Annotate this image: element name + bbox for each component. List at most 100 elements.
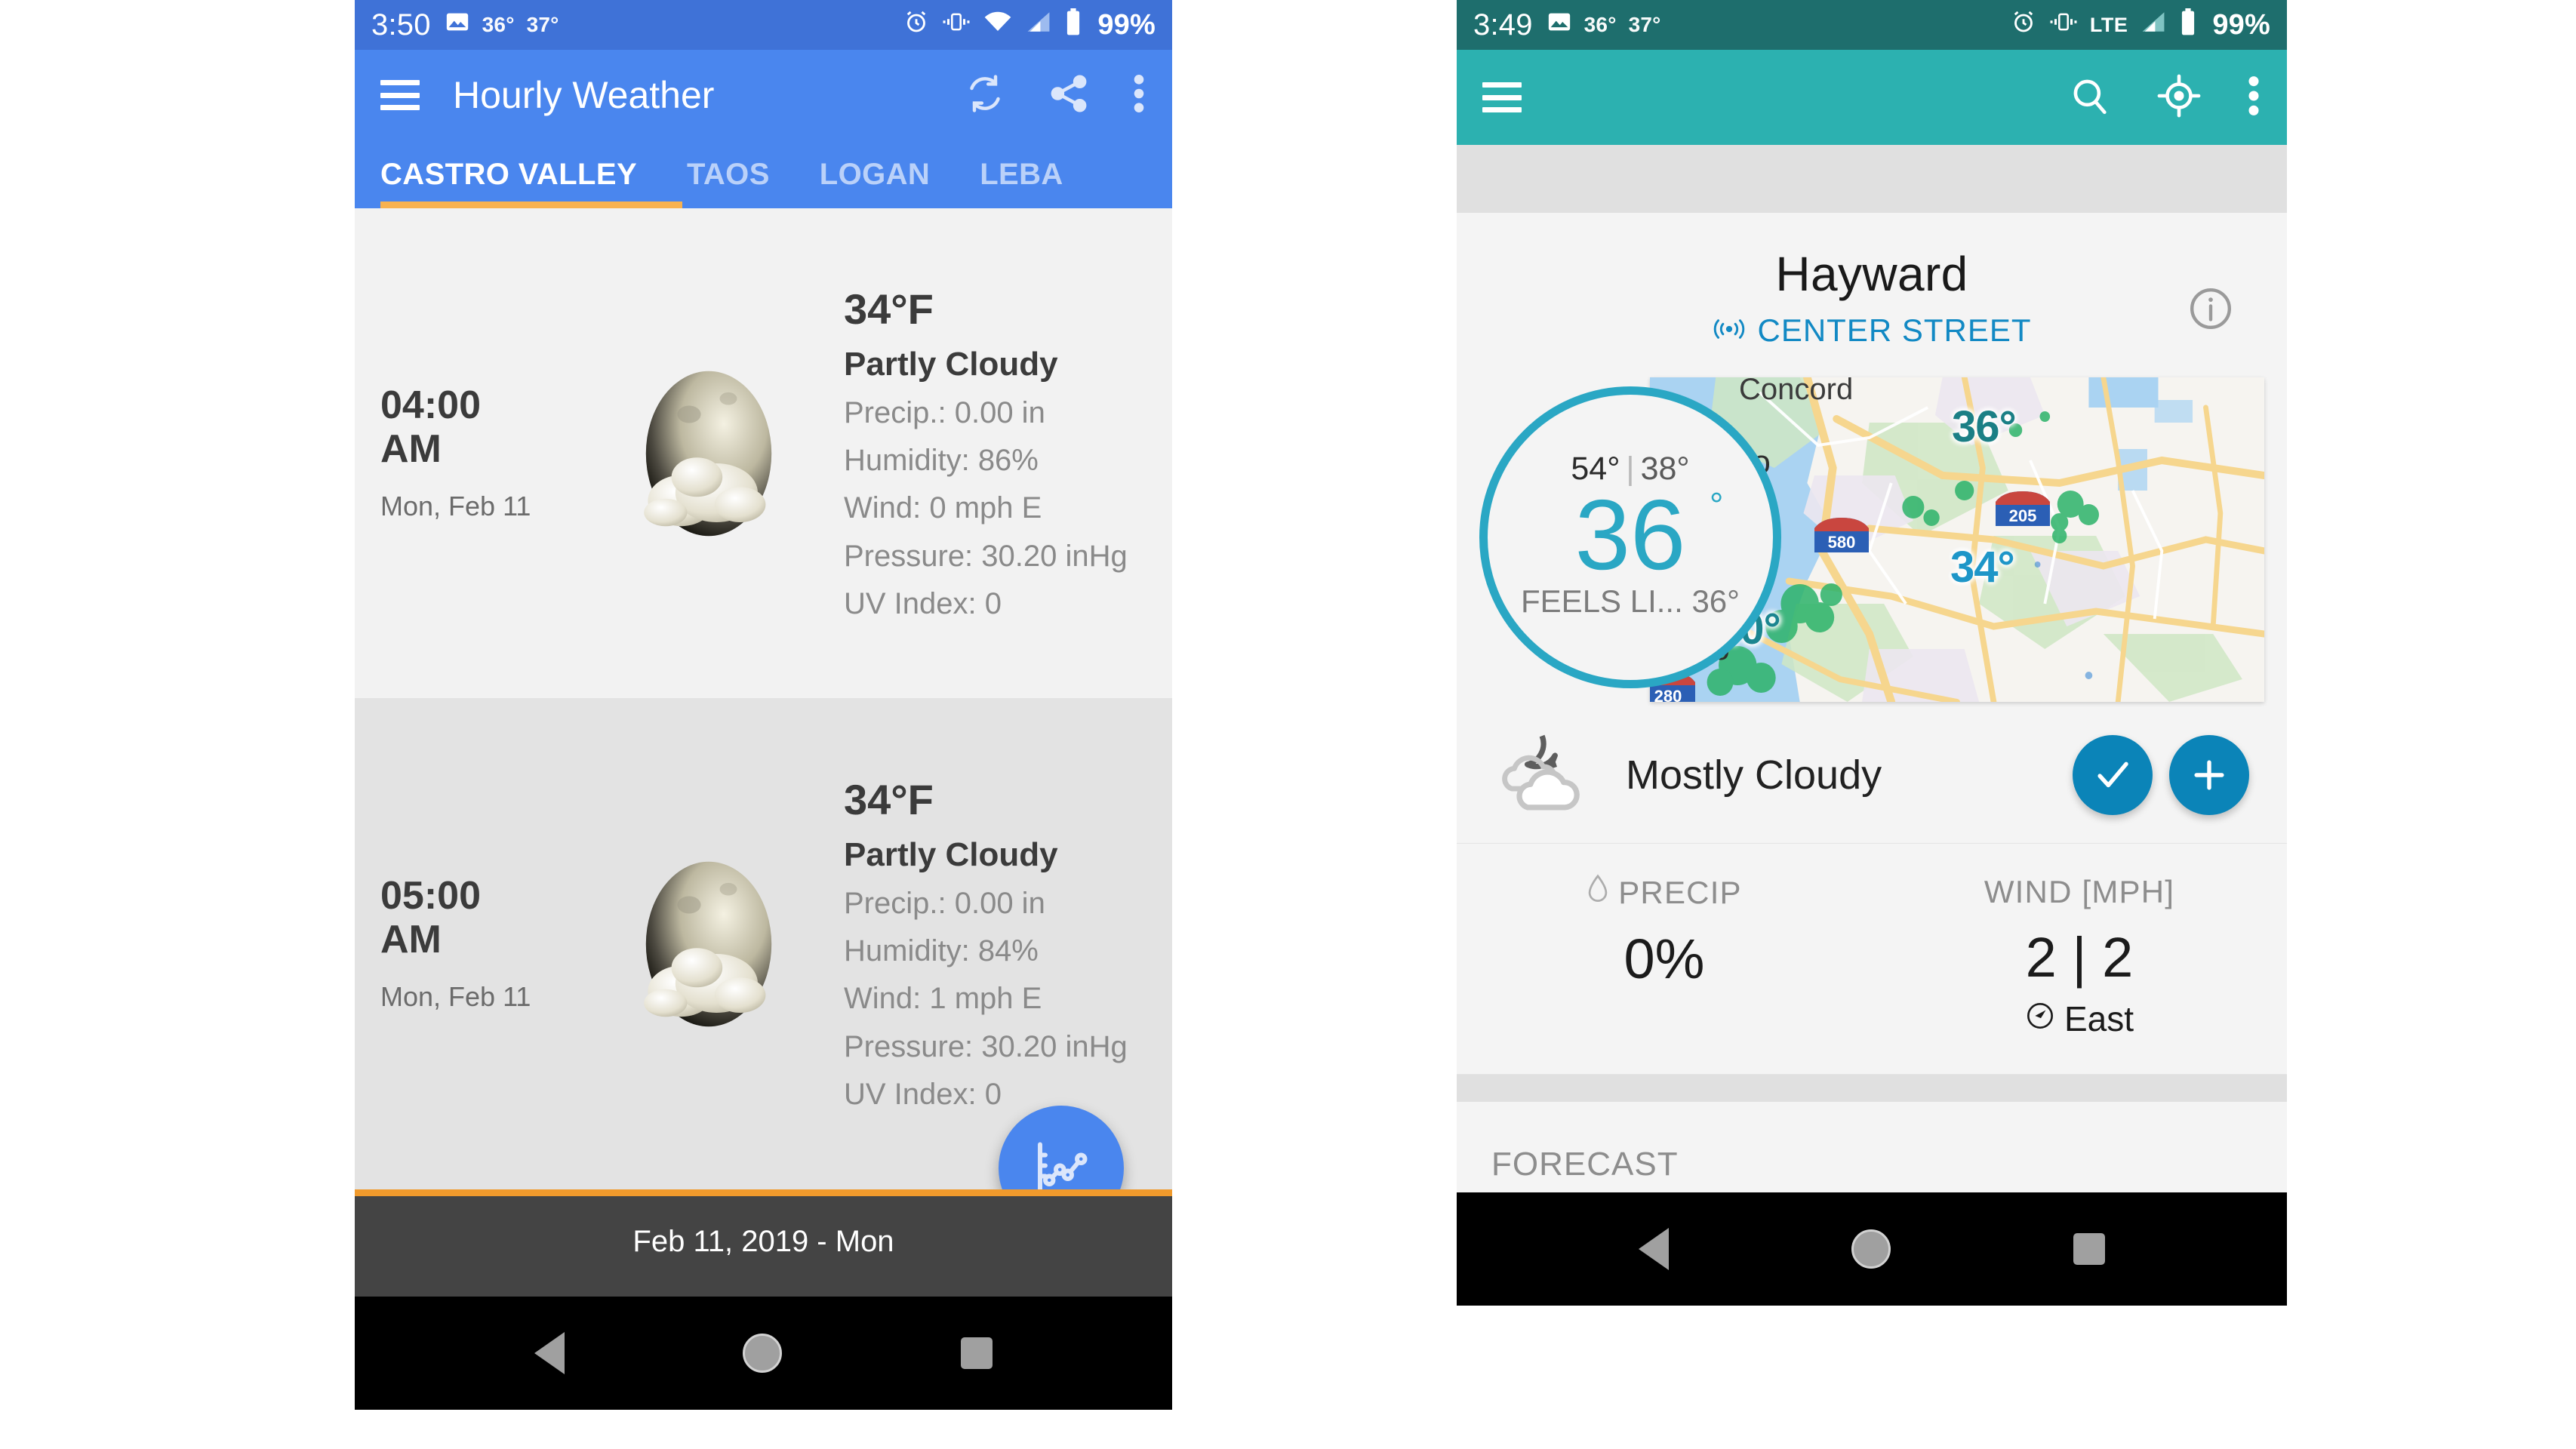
metric-wind-value: 2 | 2	[2025, 926, 2134, 989]
compass-arrow-icon	[2025, 998, 2055, 1039]
info-circle-icon[interactable]	[2187, 285, 2234, 336]
check-icon[interactable]	[2073, 734, 2153, 815]
table-row[interactable]: 05:00 AM Mon, Feb 11 34°F Partly Cloudy …	[355, 699, 1172, 1189]
tab-castro-valley[interactable]: CASTRO VALLEY	[380, 158, 637, 208]
chart-line-icon[interactable]	[999, 1106, 1124, 1189]
moon-partly-cloudy-icon	[584, 846, 833, 1042]
row-humidity: Humidity: 86%	[844, 444, 1039, 478]
row-humidity: Humidity: 84%	[844, 934, 1039, 968]
page-title: Hayward	[1775, 247, 1968, 301]
image-icon	[1547, 9, 1572, 42]
home-circle-icon[interactable]	[1851, 1229, 1891, 1269]
row-wind: Wind: 0 mph E	[844, 491, 1042, 525]
row-wind: Wind: 1 mph E	[844, 982, 1042, 1016]
more-vertical-icon[interactable]	[1131, 72, 1146, 118]
hamburger-menu-icon[interactable]	[1482, 82, 1522, 112]
app-title: Hourly Weather	[453, 74, 715, 116]
recents-square-icon[interactable]	[2073, 1233, 2105, 1265]
hourly-list[interactable]: 04:00 AM Mon, Feb 11 34°F Partly Cloudy …	[355, 208, 1172, 1189]
metric-wind-direction-row: East	[1872, 998, 2287, 1039]
hamburger-menu-icon[interactable]	[380, 80, 420, 110]
broadcast-icon	[1712, 317, 1747, 345]
forecast-section-header: FORECAST	[1457, 1102, 2287, 1192]
refresh-icon[interactable]	[964, 72, 1006, 118]
search-icon[interactable]	[2068, 74, 2112, 122]
tab-leba[interactable]: LEBA	[980, 158, 1063, 208]
status-temp-now: 36°	[1583, 13, 1617, 36]
metric-precip-label: PRECIP	[1618, 875, 1742, 910]
condition-label: Mostly Cloudy	[1626, 752, 1882, 798]
row-precip: Precip.: 0.00 in	[844, 887, 1045, 921]
network-type-label: LTE	[2089, 13, 2128, 36]
current-temp-ring[interactable]: 54° | 38° 36 ° FEELS LI... 36°	[1479, 386, 1781, 688]
recents-square-icon[interactable]	[960, 1337, 993, 1369]
raindrop-icon	[1587, 874, 1609, 912]
status-temp-now: 36°	[482, 13, 515, 36]
metric-precip-value: 0%	[1623, 928, 1705, 990]
metrics-row: PRECIP 0% WIND [MPH] 2 | 2 East	[1457, 844, 2287, 1075]
day-bar-label[interactable]: Feb 11, 2019 - Mon	[355, 1196, 1172, 1297]
row-date: Mon, Feb 11	[380, 490, 531, 521]
share-icon[interactable]	[1048, 73, 1089, 118]
tab-logan[interactable]: LOGAN	[820, 158, 930, 208]
android-nav-bar-left	[355, 1297, 1172, 1410]
metric-wind: WIND [MPH] 2 | 2 East	[1872, 874, 2287, 1039]
battery-percent: 99%	[1097, 8, 1156, 41]
row-precip: Precip.: 0.00 in	[844, 396, 1045, 430]
more-vertical-icon[interactable]	[2246, 74, 2261, 122]
app-bar-right	[1457, 50, 2287, 145]
highway-shield-205: 205	[1991, 488, 2054, 534]
row-info-block: 34°F Partly Cloudy Precip.: 0.00 in Humi…	[833, 285, 1146, 622]
row-pressure: Pressure: 30.20 inHg	[844, 1029, 1128, 1063]
row-meridiem: AM	[380, 426, 442, 471]
status-bar-left: 3:50 36° 37° 99%	[355, 0, 1172, 50]
vibrate-icon	[2049, 9, 2078, 41]
back-triangle-icon[interactable]	[534, 1332, 565, 1374]
station-name[interactable]: CENTER STREET	[1757, 312, 2031, 349]
status-bar-right: 3:49 36° 37° LTE 99%	[1457, 0, 2287, 50]
row-temperature: 34°F	[844, 285, 934, 334]
signal-icon	[2140, 9, 2167, 41]
city-tabs: CASTRO VALLEY TAOS LOGAN LEBA	[355, 140, 1172, 208]
plus-icon[interactable]	[2169, 734, 2249, 815]
section-divider	[1457, 1075, 2287, 1102]
signal-icon	[1025, 9, 1052, 41]
right-phone-screenshot: 3:49 36° 37° LTE 99% Hayward CENTER STRE…	[1457, 0, 2287, 1449]
day-bar-container: Feb 11, 2019 - Mon	[355, 1189, 1172, 1297]
row-condition: Partly Cloudy	[844, 836, 1058, 874]
home-circle-icon[interactable]	[743, 1334, 783, 1373]
map-temp-marker[interactable]: 34°	[1950, 542, 2015, 592]
row-date: Mon, Feb 11	[380, 980, 531, 1012]
moon-cloud-icon	[1494, 729, 1593, 820]
tab-active-indicator	[380, 202, 682, 208]
day-bar-accent	[355, 1189, 1172, 1196]
back-triangle-icon[interactable]	[1639, 1228, 1669, 1270]
image-icon	[445, 9, 470, 42]
row-pressure: Pressure: 30.20 inHg	[844, 539, 1128, 573]
content-gap	[1457, 145, 2287, 213]
degree-symbol: °	[1710, 485, 1724, 525]
status-temp-alt: 37°	[526, 13, 559, 36]
tab-taos[interactable]: TAOS	[687, 158, 770, 208]
screenshot-stage: 3:50 36° 37° 99% Hourly Weather CASTRO V…	[0, 0, 2576, 1449]
row-temperature: 34°F	[844, 776, 934, 824]
android-nav-bar-right	[1457, 1192, 2287, 1306]
row-condition: Partly Cloudy	[844, 346, 1058, 383]
row-time-block: 05:00 AM Mon, Feb 11	[380, 875, 584, 1012]
wifi-icon	[983, 9, 1013, 41]
status-time: 3:50	[371, 8, 431, 42]
current-conditions-card: Hayward CENTER STREET Concord 580 205 28…	[1457, 213, 2287, 1075]
table-row[interactable]: 04:00 AM Mon, Feb 11 34°F Partly Cloudy …	[355, 208, 1172, 699]
current-temperature: 36 °	[1574, 478, 1724, 590]
metric-wind-direction: East	[2064, 999, 2134, 1038]
crosshair-location-icon[interactable]	[2157, 74, 2201, 122]
location-header: Hayward CENTER STREET	[1457, 213, 2287, 370]
map-temp-marker[interactable]: 36°	[1952, 401, 2017, 452]
row-hour: 04:00	[380, 383, 481, 428]
status-temp-alt: 37°	[1628, 13, 1661, 36]
metric-wind-label: WIND [MPH]	[1984, 874, 2175, 909]
map-label-concord: Concord	[1739, 377, 1854, 406]
row-uv-index: UV Index: 0	[844, 1077, 1002, 1111]
highway-shield-580: 580	[1810, 515, 1873, 561]
weather-map-area[interactable]: Concord an Francisco Palo Alto 880 580 2…	[1479, 377, 2264, 709]
